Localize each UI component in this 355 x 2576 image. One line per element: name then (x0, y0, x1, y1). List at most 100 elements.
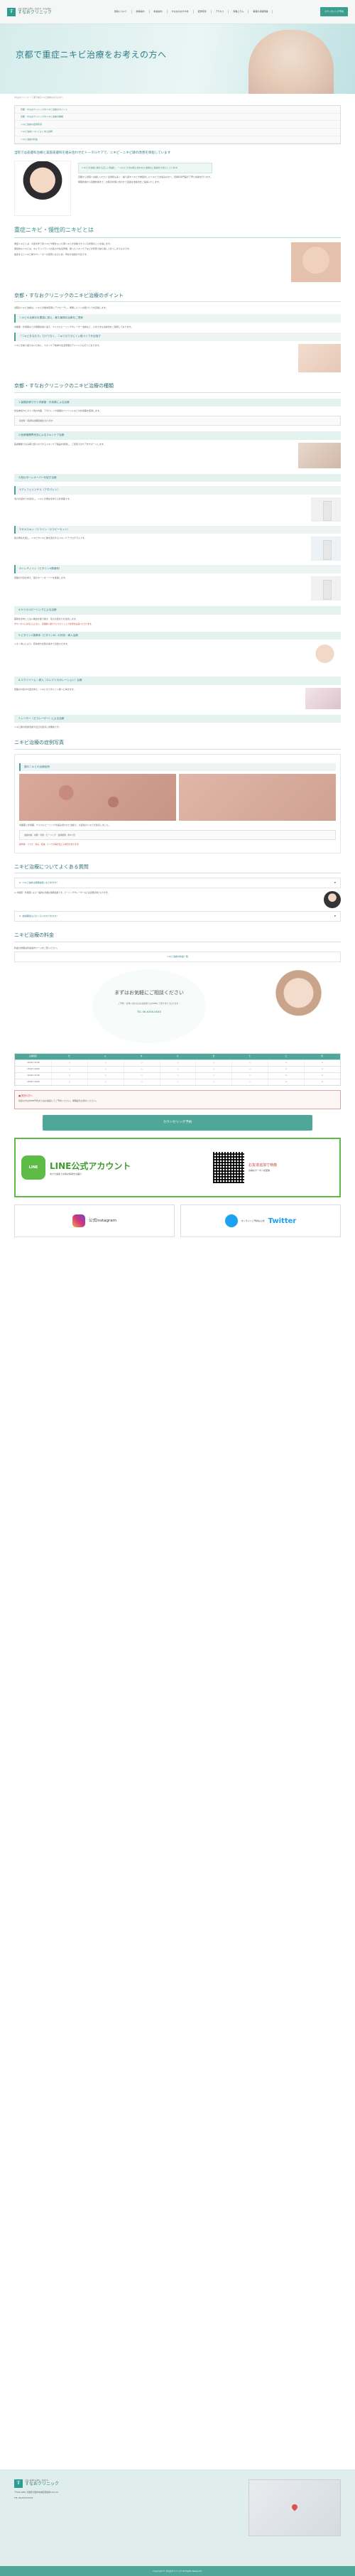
schedule-cell: × (268, 1060, 304, 1066)
product-desc: 毛穴の詰まりを改善し、ニキビの発生を抑える外用薬です。 (14, 497, 72, 500)
reservation-button[interactable]: カウンセリング予約 (43, 1114, 312, 1131)
schedule-cell: ○ (195, 1060, 231, 1066)
schedule-cell: ○ (195, 1072, 231, 1079)
schedule-cell: ○ (231, 1072, 268, 1079)
nav-item-access[interactable]: アクセス (212, 10, 229, 14)
doctor-intro: ニキビの治療に関する正しい知識と、一人ひとりのお肌に合わせた治療のご提案を大切に… (14, 161, 341, 217)
toc-item-cases[interactable]: ニキビ治療の症例写真 (15, 121, 340, 129)
schedule-cell: ○ (159, 1066, 196, 1072)
schedule-head-cell: 火 (104, 1055, 106, 1057)
faq-question[interactable]: Q. 治療期間はどのくらいかかりますか？ ▼ (14, 911, 341, 922)
intro-highlight: ニキビの治療に関する正しい知識と、一人ひとりのお肌に合わせた治療のご提案を大切に… (78, 163, 212, 173)
schedule-cell: ○ (50, 1072, 87, 1079)
chevron-down-icon: ▼ (334, 881, 336, 885)
case-label: 顔のニキビの治療症例 (19, 762, 336, 772)
type-heading: 7.レーザー（ピコレーザー）による治療 (14, 714, 341, 723)
section-title-acne: 重症ニキビ・慢性的ニキビとは (14, 226, 341, 238)
logo-mark-icon: す (14, 2479, 23, 2488)
schedule-cell: 10:00〜13:30 (15, 1060, 51, 1066)
twitter-link[interactable]: オンラインご予約も公式 Twitter (180, 1205, 341, 1238)
line-subtitle: 友だち追加でお得な情報をお届け (50, 1173, 82, 1176)
schedule-cell: × (304, 1072, 340, 1079)
nav-item-column[interactable]: 院長コラム (229, 10, 249, 14)
instagram-label: 公式Instagram (89, 1219, 116, 1224)
hero-banner: 京都で重症ニキビ治療をお考えの方へ (0, 24, 355, 94)
site-logo[interactable]: す 大阪心斎橋院 皮膚科・形成外科・美容皮膚科 すなおクリニック (7, 7, 62, 16)
schedule-cell: 15:00〜19:00 (15, 1066, 51, 1072)
logo-name: すなおクリニック (18, 9, 53, 15)
footer-logo[interactable]: す 大阪心斎橋院 皮膚科・形成外科 すなおクリニック (14, 2479, 59, 2488)
acne-paragraph: 慢性的なニキビは、ホルモンバランスの乱れや生活習慣、誤ったスキンケアなどが原因で… (14, 247, 131, 251)
schedule-head-cell: 土 (248, 1055, 251, 1057)
toc-item-types[interactable]: 京都・すなおクリニックのニキビ治療の種類 (15, 114, 340, 122)
consult-banner: まずはお気軽にご相談ください ご予約・お問い合わせはお電話またはWEBにて受け付… (14, 969, 341, 1046)
section-title-points: 京都・すなおクリニックのニキビ治療のポイント (14, 292, 341, 303)
footer-tel[interactable]: TEL 06-XXXX-XXXX (14, 2496, 59, 2499)
nav-item-medical[interactable]: 診療案内 (132, 10, 150, 14)
schedule-cell: × (304, 1079, 340, 1085)
type-paragraph: 抗生物質やビタミン剤の内服、アダパレンや過酸化ベンゾイルなどの外用薬を使用します… (14, 409, 102, 413)
product-desc: 肌の再生を促し、ニキビやニキビ跡を改善するスキンケアプログラムです。 (14, 537, 87, 540)
nav-item-knowledge[interactable]: 美容の基礎知識 (248, 10, 273, 14)
line-banner[interactable]: LINE LINE公式アカウント 友だち追加でお得な情報をお届け お友達追加で特… (14, 1138, 341, 1198)
access-map[interactable] (248, 2479, 341, 2536)
schedule-cell: ○ (195, 1066, 231, 1072)
product-image (311, 537, 341, 561)
schedule-head-cell: 月 (68, 1055, 70, 1057)
consult-woman-image (256, 969, 334, 1043)
schedule-head-cell: 祝 (321, 1055, 323, 1057)
schedule-cell: ○ (87, 1079, 124, 1085)
schedule-head-cell: 水 (140, 1055, 143, 1057)
nav-item-about[interactable]: 当院について (110, 10, 132, 14)
schedule-cell: 15:00〜19:00 (15, 1079, 51, 1085)
points-photo (298, 343, 341, 372)
schedule-cell: ○ (50, 1066, 87, 1072)
intro-paragraph: 保険診療から自費診療まで、お肌の状態に合わせて最適な治療法をご提案いたします。 (78, 180, 161, 184)
type-paragraph: 薬剤を塗布して古い角質を取り除き、毛穴の詰まりを改善します。 (14, 617, 78, 620)
consult-phone[interactable]: TEL 06-XXXX-XXXX (92, 1011, 206, 1015)
schedule-cell: ○ (50, 1079, 87, 1085)
type-paragraph: ニキビ跡の色素沈着や凹凸の改善に効果的です。 (14, 726, 61, 729)
schedule-cell: ○ (123, 1079, 160, 1085)
schedule-cell: ○ (123, 1060, 160, 1066)
notice-body: 初診の方はWEB予約またはお電話にてご予約ください。保険証をお持ちください。 (18, 1099, 98, 1102)
type-paragraph: イオン導入により、有効成分を肌の奥まで浸透させます。 (14, 642, 70, 646)
nav-item-cases[interactable]: 症例写真 (194, 10, 212, 14)
section-title-types: 京都・すなおクリニックのニキビ治療の種類 (14, 382, 341, 393)
nav-item-recommend[interactable]: すなおのおすすめ (168, 10, 194, 14)
hero-face-image (248, 30, 334, 94)
social-links: 公式Instagram オンラインご予約も公式 Twitter (14, 1205, 341, 1238)
notice-box: ■ 受診の方へ 初診の方はWEB予約またはお電話にてご予約ください。保険証をお持… (14, 1089, 341, 1109)
schedule-cell: ○ (123, 1066, 160, 1072)
line-title: LINE公式アカウント (50, 1160, 131, 1171)
schedule-cell: ○ (87, 1066, 124, 1072)
treatment-photo (305, 642, 341, 672)
schedule-head-cell: 日 (285, 1055, 287, 1057)
line-offer-title: お友達追加で特典 (248, 1163, 278, 1168)
doctor-photo (14, 161, 71, 217)
qr-code-icon (213, 1152, 244, 1184)
schedule-cell: ○ (159, 1079, 196, 1085)
toc-item-faq[interactable]: ニキビ治療についてよくある質問 (15, 129, 340, 136)
nav-item-price[interactable]: 料金案内 (150, 10, 168, 14)
type-note: ダウンタイムがほとんどなく、定期的に受けていただくことで効果を実感いただけます。 (14, 623, 94, 626)
acne-paragraph: 重症ニキビとは、炎症を伴う赤ニキビや膿をもった黄ニキビが多数できている状態のこと… (14, 242, 112, 245)
price-list-button[interactable]: ニキビ治療の料金一覧 (14, 952, 341, 962)
acne-photo (291, 242, 341, 282)
points-subhead: 「ニキビをなおす」だけでなく、ニキビのできにくい肌づくりを目指す (14, 333, 341, 341)
schedule-cell: ○ (50, 1060, 87, 1066)
case-after-photo (179, 774, 336, 821)
toc-item-points[interactable]: 京都・すなおクリニックのニキビ治療のポイント (15, 106, 340, 114)
schedule-cell: ○ (231, 1066, 268, 1072)
instagram-link[interactable]: 公式Instagram (14, 1205, 175, 1238)
type-heading: 2.医療機関専売品によるスキンケア治療 (14, 431, 341, 440)
header-reservation-button[interactable]: カウンセリング予約 (320, 7, 348, 16)
schedule-cell: × (268, 1072, 304, 1079)
top-header: す 大阪心斎橋院 皮膚科・形成外科・美容皮膚科 すなおクリニック 当院について … (0, 0, 355, 24)
consult-title: まずはお気軽にご相談ください (114, 989, 184, 996)
faq-question[interactable]: Q. ニキビ治療は保険適用になりますか？ ▼ (14, 878, 341, 889)
consult-subtitle: ご予約・お問い合わせはお電話またはWEBにて受け付けております。 (118, 1001, 180, 1005)
toc-item-price[interactable]: ニキビ治療の料金 (15, 136, 340, 144)
breadcrumb[interactable]: すなおクリニック ＞ 京都で重症ニキビ治療をお考えの方へ (0, 94, 355, 102)
consult-circle (92, 969, 206, 1043)
